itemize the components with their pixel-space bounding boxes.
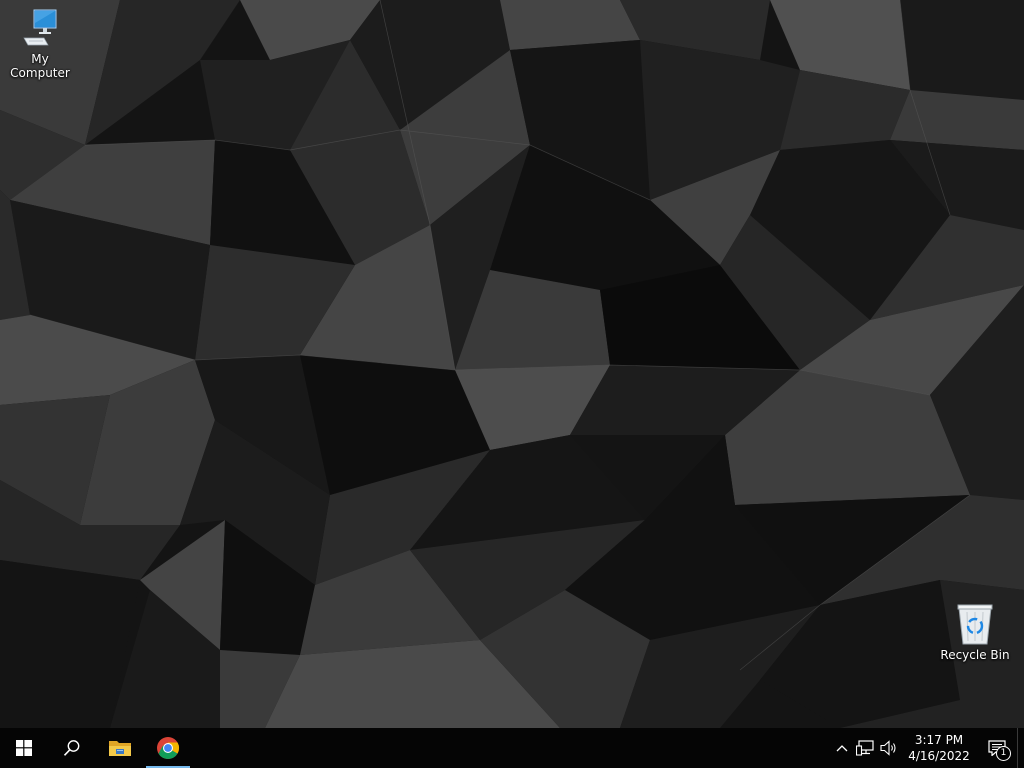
volume-icon bbox=[880, 740, 896, 756]
chevron-up-icon bbox=[836, 745, 848, 752]
file-explorer-icon bbox=[109, 741, 131, 756]
computer-icon bbox=[23, 9, 57, 46]
show-hidden-icons-button[interactable] bbox=[831, 728, 853, 768]
show-desktop-button[interactable] bbox=[1017, 728, 1024, 768]
recycle-bin-shortcut[interactable]: Recycle Bin bbox=[935, 602, 1015, 662]
taskbar: 3:17 PM 4/16/2022 1 bbox=[0, 728, 1024, 768]
clock[interactable]: 3:17 PM 4/16/2022 bbox=[901, 728, 977, 768]
clock-date: 4/16/2022 bbox=[908, 749, 970, 763]
volume-button[interactable] bbox=[877, 728, 901, 768]
file-explorer-button[interactable] bbox=[96, 728, 144, 768]
action-center-button[interactable]: 1 bbox=[977, 728, 1017, 768]
chrome-button[interactable] bbox=[144, 728, 192, 768]
recycle-bin-icon bbox=[957, 604, 993, 645]
desktop[interactable]: My Computer Recycle Bin bbox=[0, 0, 1024, 728]
my-computer-label: My Computer bbox=[10, 52, 70, 80]
clock-time: 3:17 PM bbox=[914, 733, 964, 747]
wallpaper bbox=[0, 0, 1024, 728]
start-button[interactable] bbox=[0, 728, 48, 768]
notification-count-badge: 1 bbox=[996, 746, 1011, 761]
network-icon bbox=[856, 740, 874, 756]
network-button[interactable] bbox=[853, 728, 877, 768]
windows-logo-icon bbox=[16, 740, 32, 756]
recycle-bin-label: Recycle Bin bbox=[940, 648, 1010, 662]
search-button[interactable] bbox=[48, 728, 96, 768]
search-icon bbox=[63, 740, 80, 756]
chrome-icon bbox=[157, 737, 179, 759]
my-computer-shortcut[interactable]: My Computer bbox=[0, 8, 80, 80]
